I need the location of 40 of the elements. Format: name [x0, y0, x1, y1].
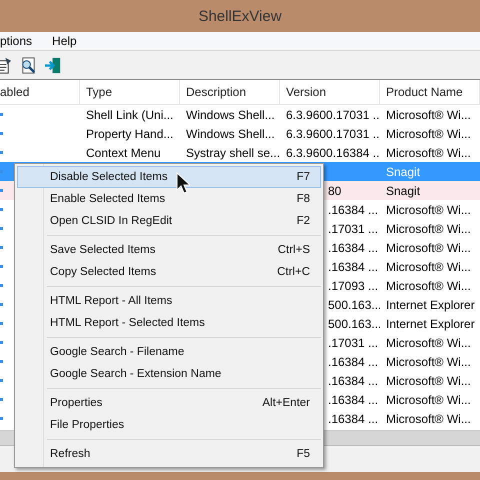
table-cell: Microsoft® Wi...	[386, 222, 471, 236]
table-cell: .17031 ...	[328, 222, 378, 236]
table-cell: Microsoft® Wi...	[386, 278, 471, 292]
table-cell: Microsoft® Wi...	[386, 260, 471, 274]
table-cell: Microsoft® Wi...	[386, 126, 471, 140]
table-cell: Microsoft® Wi...	[386, 336, 471, 350]
table-cell: Property Hand...	[86, 126, 174, 140]
table-cell: .16384 ...	[328, 412, 378, 426]
table-cell: Microsoft® Wi...	[386, 412, 471, 426]
table-cell: Microsoft® Wi...	[386, 354, 471, 368]
table-cell: Microsoft® Wi...	[386, 374, 471, 388]
table-cell: Microsoft® Wi...	[386, 202, 471, 216]
table-cell: Microsoft® Wi...	[386, 392, 471, 406]
table-cell: Systray shell se...	[186, 146, 280, 160]
table-cell: .16384 ...	[328, 202, 378, 216]
window-title: ShellExView	[198, 8, 282, 24]
table-cell: .16384 ...	[328, 392, 378, 406]
table-cell: Internet Explorer	[386, 316, 475, 330]
table-cell: 80	[328, 184, 342, 198]
table-cell: Microsoft® Wi...	[386, 146, 471, 160]
table-cell: Internet Explorer	[386, 298, 475, 312]
table-cell: 6.3.9600.16384 ...	[286, 146, 380, 160]
table-cell: Windows Shell...	[186, 108, 275, 122]
table-cell: Snagit	[386, 164, 420, 178]
table-cell: Windows Shell...	[186, 126, 275, 140]
table-cell: .16384 ...	[328, 354, 378, 368]
table-cell: 500.163...	[328, 298, 380, 312]
table-cell: Context Menu	[86, 146, 161, 160]
table-cell: .16384 ...	[328, 240, 378, 254]
table-cell: .16384 ...	[328, 374, 378, 388]
table-cell: 6.3.9600.17031 ...	[286, 126, 380, 140]
table-cell: .17093 ...	[328, 278, 378, 292]
table-cell: 6.3.9600.17031 ...	[286, 108, 380, 122]
table-cell: .16384 ...	[328, 260, 378, 274]
table-cell: Shell Link (Uni...	[86, 108, 174, 122]
table-cell: Microsoft® Wi...	[386, 240, 471, 254]
table-cell: .17031 ...	[328, 336, 378, 350]
table-cell: Microsoft® Wi...	[386, 108, 471, 122]
table-cell: 500.163...	[328, 316, 380, 330]
table-cell: Snagit	[386, 184, 420, 198]
